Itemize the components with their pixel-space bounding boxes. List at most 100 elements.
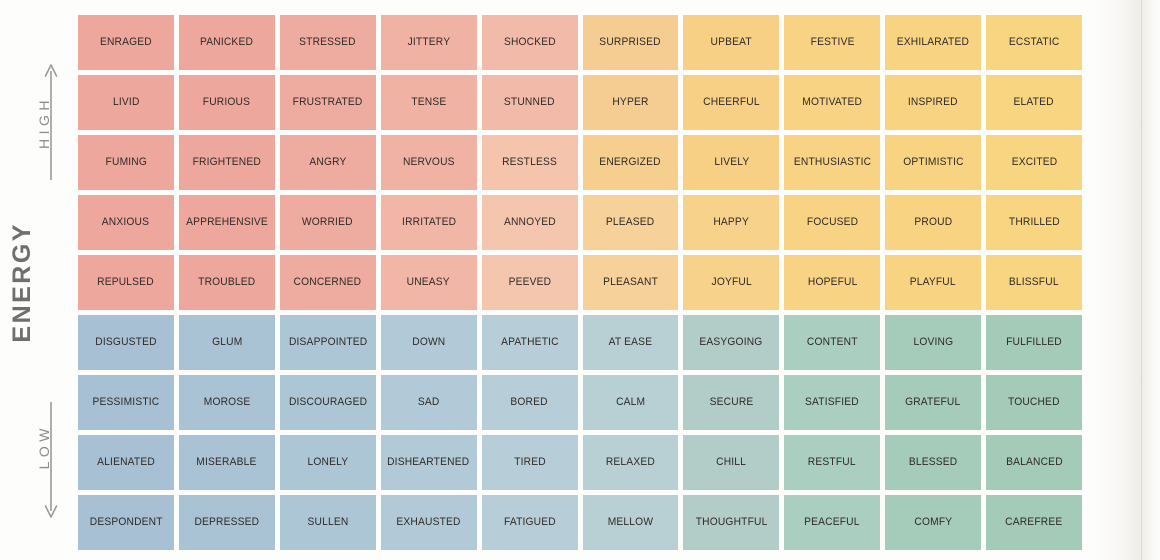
mood-cell[interactable]: RELAXED (582, 435, 679, 490)
mood-cell[interactable]: DISAPPOINTED (279, 315, 376, 370)
mood-cell[interactable]: BALANCED (986, 435, 1082, 490)
mood-cell[interactable]: APPREHENSIVE (178, 195, 275, 250)
mood-cell[interactable]: THRILLED (986, 195, 1082, 250)
mood-cell[interactable]: CONCERNED (279, 255, 376, 310)
mood-cell[interactable]: GRATEFUL (885, 375, 982, 430)
mood-cell[interactable]: CALM (582, 375, 679, 430)
mood-cell[interactable]: SATISFIED (784, 375, 881, 430)
mood-cell[interactable]: CHILL (683, 435, 780, 490)
mood-cell[interactable]: PEEVED (481, 255, 578, 310)
mood-cell[interactable]: BLISSFUL (986, 255, 1082, 310)
mood-cell-label: ANGRY (309, 156, 347, 169)
mood-cell[interactable]: TROUBLED (178, 255, 275, 310)
mood-cell-label: MOTIVATED (802, 96, 863, 109)
mood-cell-label: OPTIMISTIC (902, 156, 964, 169)
mood-cell[interactable]: EXHILARATED (885, 15, 982, 70)
mood-cell[interactable]: REPULSED (78, 255, 174, 310)
mood-cell[interactable]: FULFILLED (986, 315, 1082, 370)
mood-cell[interactable]: AT EASE (582, 315, 679, 370)
mood-cell[interactable]: COMFY (885, 495, 982, 550)
mood-cell[interactable]: STRESSED (279, 15, 376, 70)
mood-cell[interactable]: PANICKED (178, 15, 275, 70)
mood-cell[interactable]: ANGRY (279, 135, 376, 190)
mood-cell[interactable]: ANXIOUS (78, 195, 174, 250)
mood-cell[interactable]: PEACEFUL (784, 495, 881, 550)
mood-cell[interactable]: PLAYFUL (885, 255, 982, 310)
mood-cell[interactable]: MELLOW (582, 495, 679, 550)
mood-cell[interactable]: CAREFREE (986, 495, 1082, 550)
mood-cell-label: ECSTATIC (1008, 36, 1060, 49)
mood-cell[interactable]: SAD (380, 375, 477, 430)
mood-cell[interactable]: LOVING (885, 315, 982, 370)
mood-cell[interactable]: MOROSE (178, 375, 275, 430)
mood-cell-label: MOROSE (203, 396, 251, 409)
mood-cell-label: DESPONDENT (89, 516, 163, 529)
mood-cell[interactable]: ENTHUSIASTIC (784, 135, 881, 190)
mood-cell[interactable]: TENSE (380, 75, 477, 130)
mood-cell[interactable]: SURPRISED (582, 15, 679, 70)
mood-cell[interactable]: BLESSED (885, 435, 982, 490)
mood-cell[interactable]: LIVID (78, 75, 174, 130)
mood-cell[interactable]: ENRAGED (78, 15, 174, 70)
mood-cell-label: TIRED (513, 456, 546, 469)
mood-cell[interactable]: ECSTATIC (986, 15, 1082, 70)
mood-cell[interactable]: GLUM (178, 315, 275, 370)
mood-cell[interactable]: FUMING (78, 135, 174, 190)
mood-cell[interactable]: THOUGHTFUL (683, 495, 780, 550)
mood-cell[interactable]: DOWN (380, 315, 477, 370)
mood-cell[interactable]: HYPER (582, 75, 679, 130)
mood-cell-label: MELLOW (607, 516, 654, 529)
mood-cell[interactable]: LIVELY (683, 135, 780, 190)
mood-cell[interactable]: ELATED (986, 75, 1082, 130)
mood-cell[interactable]: JOYFUL (683, 255, 780, 310)
mood-cell[interactable]: DISCOURAGED (279, 375, 376, 430)
mood-cell[interactable]: JITTERY (380, 15, 477, 70)
mood-cell[interactable]: FESTIVE (784, 15, 881, 70)
mood-cell[interactable]: ANNOYED (481, 195, 578, 250)
mood-cell[interactable]: MOTIVATED (784, 75, 881, 130)
mood-cell[interactable]: APATHETIC (481, 315, 578, 370)
mood-cell[interactable]: RESTLESS (481, 135, 578, 190)
mood-cell[interactable]: PLEASANT (582, 255, 679, 310)
mood-cell[interactable]: NERVOUS (380, 135, 477, 190)
mood-cell[interactable]: SULLEN (279, 495, 376, 550)
mood-cell-label: DISGUSTED (95, 336, 157, 349)
arrow-down-icon (44, 400, 58, 520)
mood-cell[interactable]: FRIGHTENED (178, 135, 275, 190)
mood-cell[interactable]: DISHEARTENED (380, 435, 477, 490)
mood-cell[interactable]: UNEASY (380, 255, 477, 310)
mood-cell[interactable]: INSPIRED (885, 75, 982, 130)
mood-cell[interactable]: EASYGOING (683, 315, 780, 370)
mood-cell[interactable]: DESPONDENT (78, 495, 174, 550)
mood-cell[interactable]: PROUD (885, 195, 982, 250)
mood-cell[interactable]: EXHAUSTED (380, 495, 477, 550)
mood-cell[interactable]: DEPRESSED (178, 495, 275, 550)
mood-cell[interactable]: FRUSTRATED (279, 75, 376, 130)
mood-cell[interactable]: ALIENATED (78, 435, 174, 490)
mood-cell[interactable]: RESTFUL (784, 435, 881, 490)
mood-cell[interactable]: TIRED (481, 435, 578, 490)
mood-cell[interactable]: EXCITED (986, 135, 1082, 190)
mood-cell[interactable]: FURIOUS (178, 75, 275, 130)
mood-cell[interactable]: FOCUSED (784, 195, 881, 250)
mood-cell[interactable]: HOPEFUL (784, 255, 881, 310)
mood-cell[interactable]: LONELY (279, 435, 376, 490)
mood-cell[interactable]: ENERGIZED (582, 135, 679, 190)
mood-cell[interactable]: FATIGUED (481, 495, 578, 550)
mood-cell[interactable]: MISERABLE (178, 435, 275, 490)
mood-cell[interactable]: BORED (481, 375, 578, 430)
mood-cell[interactable]: DISGUSTED (78, 315, 174, 370)
mood-cell[interactable]: STUNNED (481, 75, 578, 130)
mood-cell[interactable]: SHOCKED (481, 15, 578, 70)
mood-cell[interactable]: PESSIMISTIC (78, 375, 174, 430)
mood-cell[interactable]: UPBEAT (683, 15, 780, 70)
mood-cell[interactable]: IRRITATED (380, 195, 477, 250)
mood-cell[interactable]: HAPPY (683, 195, 780, 250)
mood-cell[interactable]: PLEASED (582, 195, 679, 250)
mood-cell[interactable]: CONTENT (784, 315, 881, 370)
mood-cell[interactable]: WORRIED (279, 195, 376, 250)
mood-cell[interactable]: TOUCHED (986, 375, 1082, 430)
mood-cell[interactable]: SECURE (683, 375, 780, 430)
mood-cell[interactable]: CHEERFUL (683, 75, 780, 130)
mood-cell[interactable]: OPTIMISTIC (885, 135, 982, 190)
